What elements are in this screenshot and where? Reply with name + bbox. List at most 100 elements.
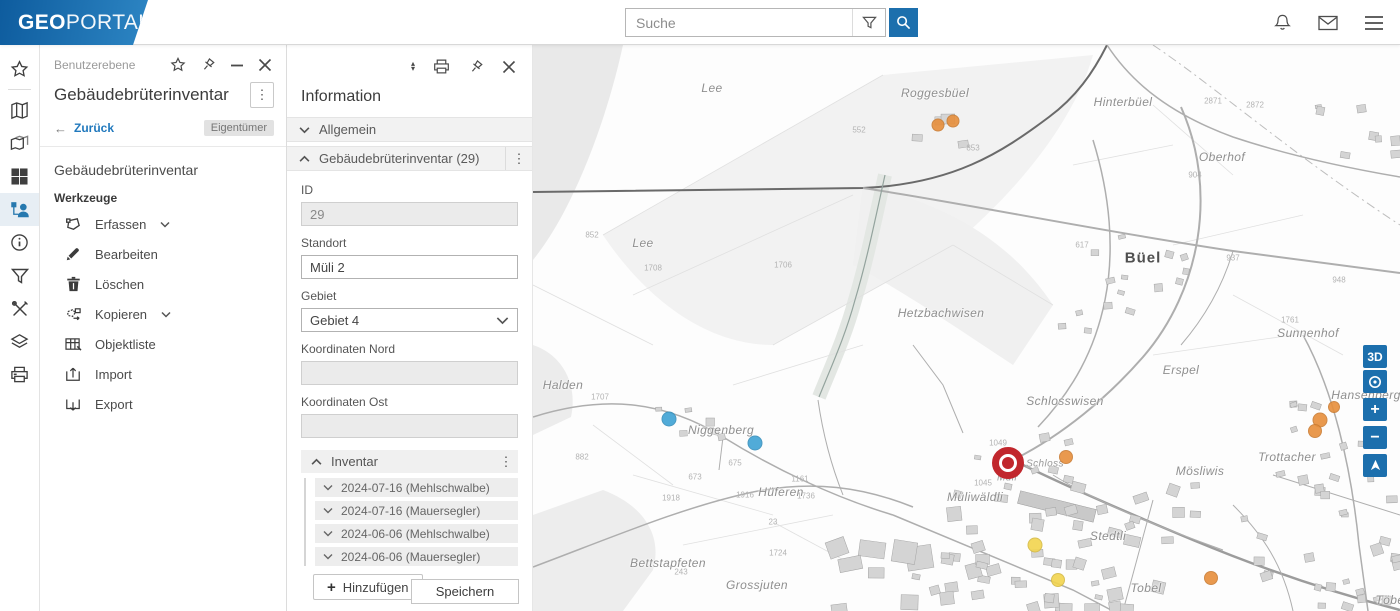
rail-divider: [8, 89, 31, 90]
map-feature-dot[interactable]: [1051, 573, 1065, 587]
notifications-button[interactable]: [1273, 13, 1292, 32]
printer-icon: [10, 365, 29, 384]
layer-section-title: Gebäudebrüterinventar: [40, 147, 286, 180]
chevron-down-icon: [161, 311, 171, 318]
map-3d-button[interactable]: 3D: [1363, 345, 1387, 368]
inventar-options-button[interactable]: ⋮: [494, 450, 518, 473]
map-feature-dot[interactable]: [1028, 538, 1043, 553]
inventar-entry[interactable]: 2024-07-16 (Mauersegler): [315, 501, 518, 520]
rail-item-filter[interactable]: [0, 259, 39, 292]
favorite-star-icon[interactable]: [170, 57, 186, 73]
inventar-list: 2024-07-16 (Mehlschwalbe) 2024-07-16 (Ma…: [304, 478, 518, 566]
tool-kopieren[interactable]: Kopieren: [40, 299, 286, 329]
map-parcel-number: 243: [674, 568, 687, 577]
tool-erfassen[interactable]: Erfassen: [40, 209, 286, 239]
close-panel-icon[interactable]: [258, 58, 272, 72]
map-place-label: Grossjuten: [726, 578, 788, 592]
rail-item-layers[interactable]: [0, 325, 39, 358]
map-north-arrow-button[interactable]: [1363, 454, 1387, 477]
selected-feature-marker-core: [1002, 457, 1014, 469]
top-header: GEOPORTAL: [0, 0, 1400, 45]
rail-item-print[interactable]: [0, 358, 39, 391]
accordion-feature[interactable]: Gebäudebrüterinventar (29) ⋮: [287, 146, 532, 171]
map-place-label: Niggenberg: [688, 423, 754, 437]
map-zoom-out-button[interactable]: −: [1363, 426, 1387, 449]
field-koord-ost: [301, 414, 518, 438]
tool-bearbeiten[interactable]: Bearbeiten: [40, 239, 286, 269]
pin-panel-icon[interactable]: [200, 57, 216, 73]
rail-item-tools[interactable]: [0, 292, 39, 325]
inventar-entry[interactable]: 2024-06-06 (Mauersegler): [315, 547, 518, 566]
search-input[interactable]: [626, 9, 852, 36]
layer-options-button[interactable]: ⋮: [250, 82, 274, 108]
save-button[interactable]: Speichern: [411, 579, 519, 604]
pin-panel-icon[interactable]: [468, 59, 484, 75]
object-list-icon: [65, 337, 82, 352]
messages-button[interactable]: [1318, 15, 1338, 31]
field-gebiet-select[interactable]: Gebiet 4: [301, 308, 518, 332]
map-feature-dot[interactable]: [662, 412, 677, 427]
pencil-icon: [65, 246, 81, 262]
map-feature-dot[interactable]: [1328, 401, 1340, 413]
field-standort[interactable]: Müli 2: [301, 255, 518, 279]
map-feature-dot[interactable]: [1308, 424, 1322, 438]
map-feature-dot[interactable]: [932, 119, 945, 132]
main-menu-button[interactable]: [1364, 15, 1384, 31]
inventar-entry[interactable]: 2024-06-06 (Mehlschwalbe): [315, 524, 518, 543]
search-button[interactable]: [889, 8, 918, 37]
search-box: [625, 8, 886, 37]
map-zoom-in-button[interactable]: +: [1363, 398, 1387, 421]
logo-text-geo: GEO: [18, 11, 66, 34]
search-filter-button[interactable]: [852, 9, 885, 36]
geoportal-logo[interactable]: GEOPORTAL: [0, 0, 154, 45]
chevron-down-icon: [299, 126, 310, 134]
map-place-label: Schloss: [1026, 459, 1064, 470]
minimize-panel-icon[interactable]: [230, 58, 244, 72]
chevron-up-icon: [299, 155, 310, 163]
map-parcel-number: 675: [728, 459, 741, 468]
map-feature-dot[interactable]: [748, 436, 763, 451]
filter-icon: [862, 15, 877, 30]
map-place-label: Stedtli: [1090, 529, 1126, 543]
print-panel-icon[interactable]: [433, 58, 450, 75]
accordion-inventar[interactable]: Inventar ⋮: [301, 450, 518, 473]
map-feature-dot[interactable]: [947, 115, 960, 128]
map-feature-dot[interactable]: [1059, 450, 1073, 464]
rail-item-favorites[interactable]: [0, 53, 39, 86]
tool-objektliste[interactable]: Objektliste: [40, 329, 286, 359]
import-icon: [65, 366, 81, 382]
rail-item-map[interactable]: [0, 94, 39, 127]
inventar-entry[interactable]: 2024-07-16 (Mehlschwalbe): [315, 478, 518, 497]
map-locate-button[interactable]: [1363, 370, 1387, 393]
map-feature-dot[interactable]: [1204, 571, 1218, 585]
rail-item-user-workflows[interactable]: [0, 193, 39, 226]
back-link[interactable]: ← Zurück: [54, 121, 114, 136]
map-icon: [10, 101, 29, 120]
add-inventar-button[interactable]: + Hinzufügen: [313, 574, 423, 600]
rail-item-info[interactable]: [0, 226, 39, 259]
map-place-label: Mösliwis: [1176, 464, 1225, 478]
tool-import[interactable]: Import: [40, 359, 286, 389]
map-place-label: Roggesbüel: [901, 86, 969, 100]
tool-loeschen[interactable]: Löschen: [40, 269, 286, 299]
rail-item-apps-grid[interactable]: [0, 160, 39, 193]
tool-export[interactable]: Export: [40, 389, 286, 419]
map-place-label: Töbeli: [1375, 593, 1400, 607]
map-parcel-number: 1916: [736, 491, 754, 500]
field-label-id: ID: [301, 183, 518, 197]
info-panel-title: Information: [287, 75, 532, 117]
map-overlay-layer: LeeRoggesbüelHinterbüelOberhofLeeHetzbac…: [533, 45, 1400, 611]
funnel-icon: [11, 267, 29, 285]
resize-panel-icon[interactable]: ▴▾: [411, 62, 415, 72]
logo-text-portal: PORTAL: [66, 11, 150, 34]
feature-options-button[interactable]: ⋮: [505, 147, 532, 170]
map-parcel-number: 882: [575, 453, 588, 462]
selected-feature-marker[interactable]: [992, 447, 1024, 479]
map-place-label: Bettstapfeten: [630, 556, 706, 570]
accordion-allgemein[interactable]: Allgemein: [287, 117, 532, 142]
map-place-label: Erspel: [1163, 363, 1199, 377]
rail-item-map-collection[interactable]: [0, 127, 39, 160]
map-canvas[interactable]: LeeRoggesbüelHinterbüelOberhofLeeHetzbac…: [533, 45, 1400, 611]
close-panel-icon[interactable]: [502, 60, 516, 74]
search-icon: [896, 15, 911, 30]
